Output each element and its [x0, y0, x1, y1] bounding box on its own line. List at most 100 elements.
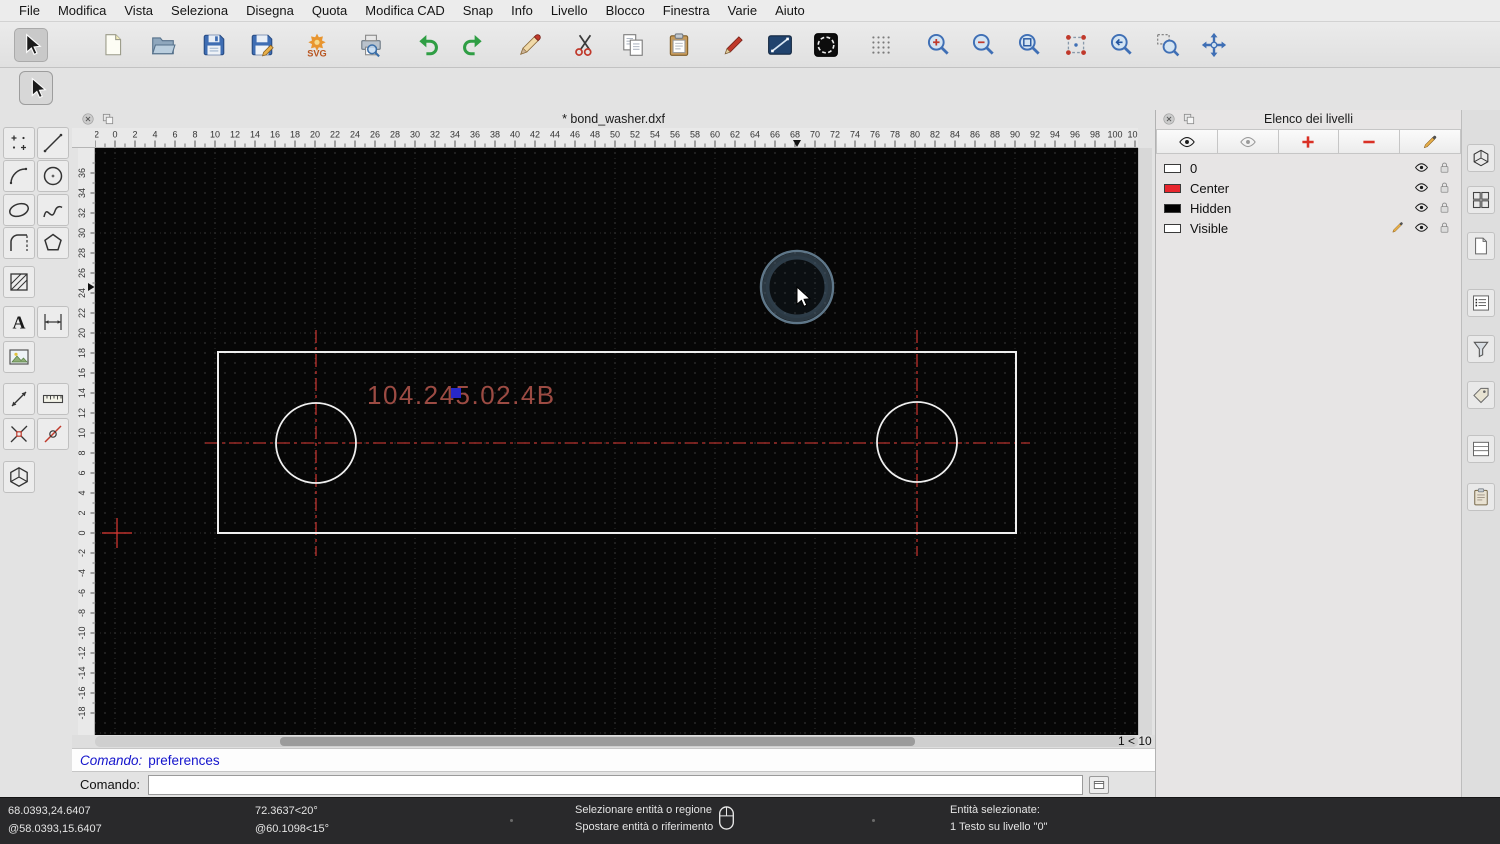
pen-attributes-button[interactable] — [717, 28, 751, 62]
svg-text:0: 0 — [78, 530, 87, 535]
svg-text:6: 6 — [78, 470, 87, 475]
print-preview-button[interactable] — [354, 28, 388, 62]
grid-toggle-button[interactable] — [864, 28, 898, 62]
dock-block-insert-button[interactable] — [1467, 144, 1495, 172]
menu-modifica[interactable]: Modifica — [49, 3, 115, 18]
zoom-redraw-button[interactable] — [1059, 28, 1093, 62]
select-tool-button[interactable] — [14, 27, 48, 62]
part-number-text[interactable]: 104.245.02.4B — [367, 380, 556, 410]
add-layer-button[interactable] — [1278, 129, 1340, 154]
dock-entity-list-button[interactable] — [1467, 289, 1495, 317]
circle-tool-button[interactable] — [37, 160, 69, 192]
line-tool-button[interactable] — [37, 127, 69, 159]
zoom-out-button[interactable] — [967, 28, 1001, 62]
layer-visibility-eye-icon[interactable] — [1414, 220, 1429, 235]
vertical-ruler: -18 -16 -14 -12 -10 -8 -6 -4 -2 0 2 4 6 8 10 12 14 16 18 20… — [77, 148, 95, 735]
layer-visibility-eye-icon[interactable] — [1414, 180, 1429, 195]
polygon-tool-button[interactable] — [37, 227, 69, 259]
layer-lock-icon[interactable] — [1437, 200, 1452, 215]
show-all-layers-button[interactable] — [1156, 129, 1218, 154]
menu-blocco[interactable]: Blocco — [597, 3, 654, 18]
zoom-window-button[interactable] — [1151, 28, 1185, 62]
layer-lock-icon[interactable] — [1437, 220, 1452, 235]
horizontal-scrollbar-track[interactable] — [95, 736, 1138, 747]
dock-document-button[interactable] — [1467, 232, 1495, 260]
layer-visibility-eye-icon[interactable] — [1414, 160, 1429, 175]
menu-info[interactable]: Info — [502, 3, 542, 18]
save-as-button[interactable] — [245, 28, 279, 62]
measure-tool-button[interactable] — [37, 383, 69, 415]
menu-quota[interactable]: Quota — [303, 3, 356, 18]
line-attributes-button[interactable] — [763, 28, 797, 62]
layer-row-hidden[interactable]: Hidden — [1156, 198, 1461, 218]
layer-lock-icon[interactable] — [1437, 180, 1452, 195]
layer-color-swatch[interactable] — [1164, 203, 1181, 213]
menu-varie[interactable]: Varie — [719, 3, 766, 18]
open-file-button[interactable] — [146, 28, 180, 62]
drawing-canvas[interactable]: 104.245.02.4B — [95, 148, 1138, 735]
layer-row-center[interactable]: Center — [1156, 178, 1461, 198]
horizontal-scrollbar-thumb[interactable] — [280, 737, 915, 746]
selection-handle[interactable] — [451, 388, 461, 398]
edit-layer-button[interactable] — [1400, 129, 1461, 154]
dock-layer-list-button[interactable] — [1467, 435, 1495, 463]
remove-layer-button[interactable] — [1339, 129, 1401, 154]
delete-entities-button[interactable] — [513, 28, 547, 62]
points-tool-button[interactable] — [3, 127, 35, 159]
save-button[interactable] — [197, 28, 231, 62]
layer-row-visible[interactable]: Visible — [1156, 218, 1461, 238]
menu-snap[interactable]: Snap — [454, 3, 502, 18]
cut-button[interactable] — [568, 28, 602, 62]
menu-finestra[interactable]: Finestra — [654, 3, 719, 18]
export-svg-button[interactable]: SVG — [300, 28, 334, 62]
zoom-previous-button[interactable] — [1105, 28, 1139, 62]
layer-lock-icon[interactable] — [1437, 160, 1452, 175]
zoom-pan-button[interactable] — [1197, 28, 1231, 62]
layer-color-swatch[interactable] — [1164, 183, 1181, 193]
hide-all-layers-button[interactable] — [1217, 129, 1279, 154]
text-tool-button[interactable]: A — [3, 306, 35, 338]
layer-color-swatch[interactable] — [1164, 163, 1181, 173]
zoom-auto-button[interactable] — [1013, 28, 1047, 62]
librecad-window: File Modifica Vista Seleziona Disegna Quota Mo… — [0, 0, 1500, 844]
zoom-in-button[interactable] — [922, 28, 956, 62]
layer-rows: 0 Center Hidden Visible — [1156, 158, 1461, 238]
snap-tool-button[interactable] — [37, 418, 69, 450]
spline-tool-button[interactable] — [37, 194, 69, 226]
ellipse-tool-button[interactable] — [3, 194, 35, 226]
svg-text:18: 18 — [78, 348, 87, 358]
menu-vista[interactable]: Vista — [115, 3, 162, 18]
menu-modifica-cad[interactable]: Modifica CAD — [356, 3, 453, 18]
dock-clipboard-button[interactable] — [1467, 483, 1495, 511]
dock-selection-filter-button[interactable] — [1467, 335, 1495, 363]
menu-aiuto[interactable]: Aiuto — [766, 3, 814, 18]
circle-attributes-button[interactable] — [809, 28, 843, 62]
vertical-scrollbar[interactable] — [1138, 148, 1152, 735]
hatch-tool-button[interactable] — [3, 266, 35, 298]
layer-panel-toolbar — [1156, 129, 1461, 155]
dock-library-browser-button[interactable] — [1467, 186, 1495, 214]
command-input[interactable] — [147, 774, 1083, 795]
menu-file[interactable]: File — [10, 3, 49, 18]
menu-livello[interactable]: Livello — [542, 3, 597, 18]
menu-disegna[interactable]: Disegna — [237, 3, 303, 18]
dimension-tool-button[interactable] — [37, 306, 69, 338]
dock-pen-palette-button[interactable] — [1467, 381, 1495, 409]
image-tool-button[interactable] — [3, 341, 35, 373]
block-3d-tool-button[interactable] — [3, 461, 35, 493]
layer-row-0[interactable]: 0 — [1156, 158, 1461, 178]
undo-button[interactable] — [411, 28, 445, 62]
new-document-button[interactable] — [96, 28, 130, 62]
explode-tool-button[interactable] — [3, 418, 35, 450]
polyline-tool-button[interactable] — [3, 227, 35, 259]
current-action-select-button[interactable] — [19, 71, 53, 105]
layer-color-swatch[interactable] — [1164, 223, 1181, 233]
copy-button[interactable] — [616, 28, 650, 62]
paste-button[interactable] — [662, 28, 696, 62]
layer-visibility-eye-icon[interactable] — [1414, 200, 1429, 215]
command-options-button[interactable] — [1088, 775, 1109, 794]
menu-seleziona[interactable]: Seleziona — [162, 3, 237, 18]
redo-button[interactable] — [456, 28, 490, 62]
dimension-diagonal-tool-button[interactable] — [3, 383, 35, 415]
arc-tool-button[interactable] — [3, 160, 35, 192]
